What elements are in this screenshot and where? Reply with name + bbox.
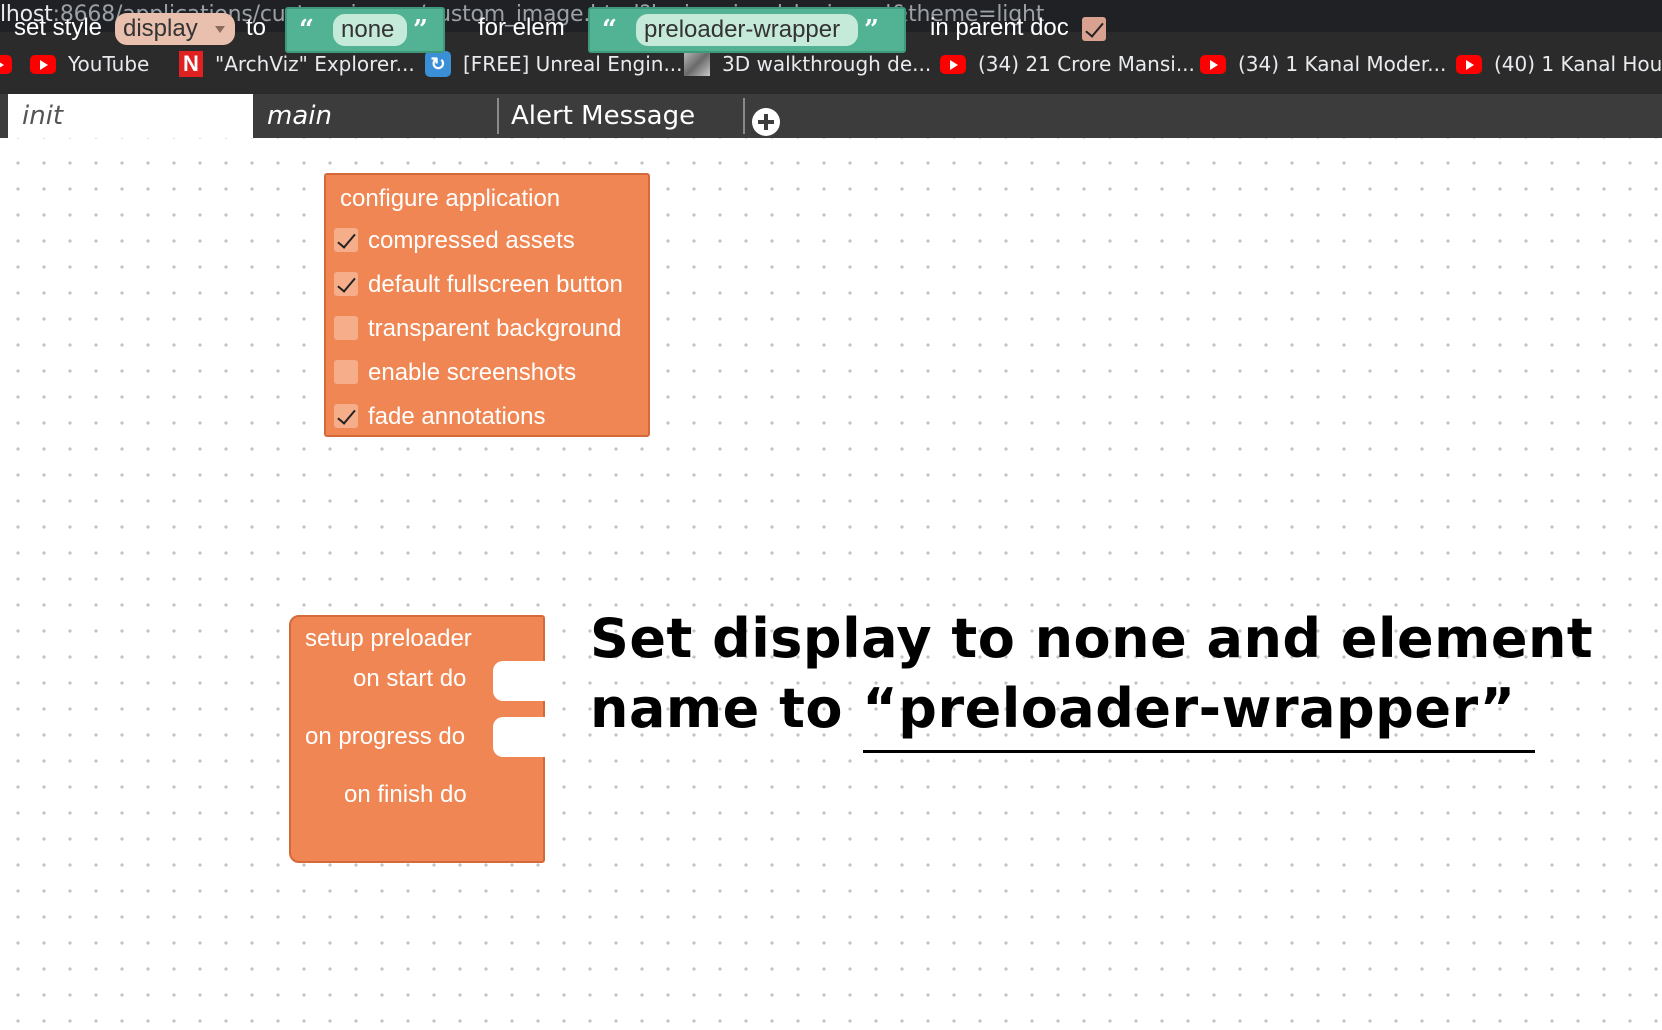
thumbnail-icon [684,52,710,76]
property-dropdown[interactable]: display [115,13,235,45]
text-value-block[interactable]: “ none ” [285,7,445,53]
enable-screenshots-checkbox[interactable] [334,360,358,384]
open-quote-icon: “ [299,15,314,45]
bookmark-unreal[interactable]: ↻ [FREE] Unreal Engin... [425,50,683,78]
annotation-underline [863,750,1535,753]
annotation-line-2: name to “preloader-wrapper” [590,674,1593,744]
element-name-block[interactable]: “ preloader-wrapper ” [588,7,906,53]
chevron-down-icon [215,26,225,33]
bookmark-label: (34) 1 Kanal Moder... [1238,52,1447,76]
option-label: fade annotations [368,403,546,430]
bookmark-label: (34) 21 Crore Mansi... [978,52,1195,76]
option-label: compressed assets [368,227,575,254]
tab-init[interactable]: init [8,94,253,138]
option-label: default fullscreen button [368,271,623,298]
transparent-background-checkbox[interactable] [334,316,358,340]
close-quote-icon: ” [864,15,879,45]
annotation-line-2-prefix: name to [590,677,863,740]
on-progress-label: on progress do [305,723,466,750]
youtube-icon [1200,54,1226,74]
youtube-icon [30,54,56,74]
bookmark-label: 3D walkthrough de... [722,52,932,76]
n-logo-icon: N [179,51,203,77]
youtube-icon [0,54,12,74]
bookmark-kanal-house[interactable]: (40) 1 Kanal House [1456,50,1662,78]
on-finish-label: on finish do [344,781,467,808]
for-elem-label: for elem [478,14,565,41]
bookmark-youtube[interactable]: YouTube [30,50,149,78]
add-tab-icon[interactable] [752,108,780,136]
bookmark-label: "ArchViz" Explorer... [215,52,415,76]
setup-preloader-block[interactable]: setup preloader on start do on progress … [289,615,547,863]
bookmark-label: YouTube [68,52,150,76]
property-value: display [123,15,198,42]
youtube-icon [940,54,966,74]
option-label: transparent background [368,315,622,342]
bookmark-label: [FREE] Unreal Engin... [463,52,683,76]
on-start-label: on start do [353,665,467,692]
bookmark-3d-walkthrough[interactable]: 3D walkthrough de... [684,50,931,78]
tab-alert-message[interactable]: Alert Message [497,94,743,138]
fade-annotations-checkbox[interactable] [334,404,358,428]
on-progress-slot[interactable] [493,717,547,757]
on-start-slot[interactable] [493,661,547,701]
bookmark-label: (40) 1 Kanal House [1494,52,1662,76]
element-name-value: preloader-wrapper [644,16,841,43]
workspace-tab-bar: init main Alert Message [0,94,1662,138]
unreal-icon: ↻ [425,51,451,77]
bookmark-partial[interactable] [0,50,12,78]
bookmark-archviz[interactable]: N "ArchViz" Explorer... [179,50,415,78]
set-style-label: set style [14,14,103,41]
text-value: none [341,16,395,43]
tab-divider [743,98,745,134]
instruction-annotation: Set display to none and element name to … [590,604,1593,744]
element-name-field[interactable]: preloader-wrapper [636,14,858,46]
in-parent-doc-checkbox[interactable] [1082,17,1106,41]
block-title: configure application [340,185,561,212]
tab-main[interactable]: main [253,94,497,138]
open-quote-icon: “ [602,15,617,45]
bookmark-kanal-modern[interactable]: (34) 1 Kanal Moder... [1200,50,1446,78]
youtube-icon [1456,54,1482,74]
option-label: enable screenshots [368,359,577,386]
bookmark-crore-mansion[interactable]: (34) 21 Crore Mansi... [940,50,1195,78]
in-parent-doc-label: in parent doc [930,14,1069,41]
annotation-highlight: “preloader-wrapper” [862,677,1516,740]
block-title: setup preloader [305,625,472,652]
text-value-field[interactable]: none [333,14,407,46]
close-quote-icon: ” [413,15,428,45]
annotation-line-1: Set display to none and element [590,607,1594,670]
default-fullscreen-button-checkbox[interactable] [334,272,358,296]
configure-application-block[interactable]: configure application compressed assets … [324,173,650,437]
compressed-assets-checkbox[interactable] [334,228,358,252]
workspace-canvas[interactable] [0,138,1662,1030]
to-label: to [246,14,267,41]
